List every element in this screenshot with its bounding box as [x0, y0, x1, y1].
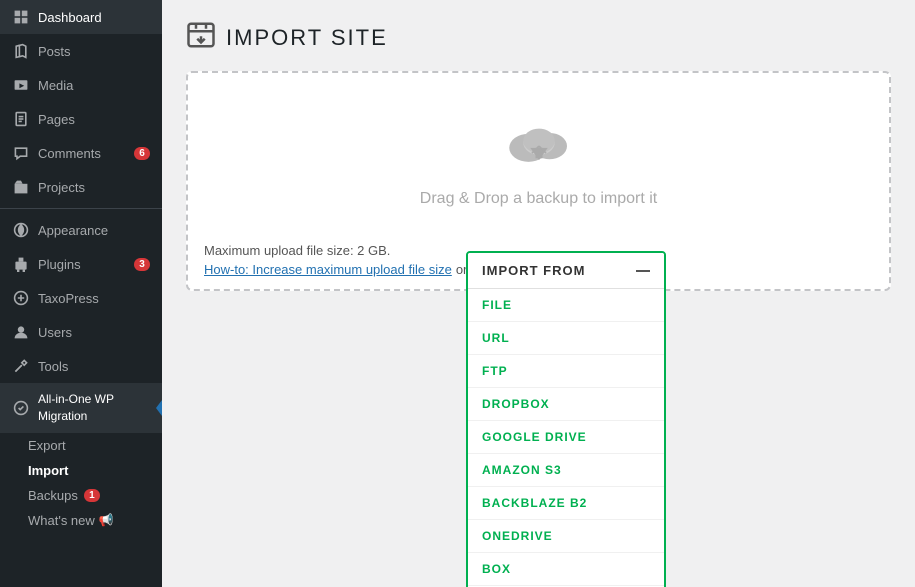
page-title: IMPORT SITE — [226, 25, 388, 51]
sidebar-item-projects[interactable]: Projects — [0, 170, 162, 204]
plugins-icon — [12, 255, 30, 273]
sidebar-item-media[interactable]: Media — [0, 68, 162, 102]
sidebar-item-comments[interactable]: Comments 6 — [0, 136, 162, 170]
import-options-list: FILEURLFTPDROPBOXGOOGLE DRIVEAMAZON S3BA… — [468, 289, 664, 587]
tools-icon — [12, 357, 30, 375]
main-content: IMPORT SITE Drag — [162, 0, 915, 587]
sidebar-item-label: Plugins — [38, 257, 126, 272]
import-header-icon — [186, 20, 216, 55]
sidebar-item-dashboard[interactable]: Dashboard — [0, 0, 162, 34]
sidebar: Dashboard Posts Media Pages Comments 6 P… — [0, 0, 162, 587]
sidebar-item-label: TaxoPress — [38, 291, 150, 306]
import-option[interactable]: FTP — [468, 355, 664, 388]
sidebar-item-users[interactable]: Users — [0, 315, 162, 349]
sidebar-sub-import[interactable]: Import — [0, 458, 162, 483]
pages-icon — [12, 110, 30, 128]
import-option[interactable]: URL — [468, 322, 664, 355]
sidebar-item-tools[interactable]: Tools — [0, 349, 162, 383]
backups-badge: 1 — [84, 489, 100, 502]
sidebar-item-label: All-in-One WP Migration — [38, 391, 150, 425]
sidebar-item-label: Pages — [38, 112, 150, 127]
sidebar-item-taxopress[interactable]: TaxoPress — [0, 281, 162, 315]
sidebar-item-posts[interactable]: Posts — [0, 34, 162, 68]
drag-drop-text: Drag & Drop a backup to import it — [420, 190, 657, 208]
users-icon — [12, 323, 30, 341]
import-option[interactable]: DROPBOX — [468, 388, 664, 421]
projects-icon — [12, 178, 30, 196]
import-option[interactable]: AMAZON S3 — [468, 454, 664, 487]
sidebar-item-label: Media — [38, 78, 150, 93]
sidebar-item-label: Users — [38, 325, 150, 340]
appearance-icon — [12, 221, 30, 239]
sidebar-item-label: Appearance — [38, 223, 150, 238]
import-option[interactable]: BACKBLAZE B2 — [468, 487, 664, 520]
comments-badge: 6 — [134, 147, 150, 160]
taxopress-icon — [12, 289, 30, 307]
sidebar-item-label: Tools — [38, 359, 150, 374]
import-option[interactable]: FILE — [468, 289, 664, 322]
import-from-label: IMPORT FROM — [482, 263, 585, 278]
sidebar-sub-backups[interactable]: Backups 1 — [0, 483, 162, 508]
plugins-badge: 3 — [134, 258, 150, 271]
import-option[interactable]: GOOGLE DRIVE — [468, 421, 664, 454]
sidebar-item-plugins[interactable]: Plugins 3 — [0, 247, 162, 281]
howto-link[interactable]: How-to: Increase maximum upload file siz… — [204, 262, 452, 277]
sidebar-divider — [0, 208, 162, 209]
sidebar-item-appearance[interactable]: Appearance — [0, 213, 162, 247]
sidebar-sub-export[interactable]: Export — [0, 433, 162, 458]
media-icon — [12, 76, 30, 94]
import-dropdown-header: IMPORT FROM — [468, 253, 664, 289]
dashboard-icon — [12, 8, 30, 26]
sidebar-item-pages[interactable]: Pages — [0, 102, 162, 136]
import-from-dropdown: IMPORT FROM FILEURLFTPDROPBOXGOOGLE DRIV… — [466, 251, 666, 587]
sidebar-item-label: Projects — [38, 180, 150, 195]
collapse-icon[interactable] — [636, 270, 650, 272]
comments-icon — [12, 144, 30, 162]
sidebar-item-label: Dashboard — [38, 10, 150, 25]
drop-zone-container: Drag & Drop a backup to import it Maximu… — [186, 71, 891, 291]
import-option[interactable]: BOX — [468, 553, 664, 586]
sidebar-sub-whatsnew[interactable]: What's new 📢 — [0, 508, 162, 533]
allinone-icon — [12, 399, 30, 417]
sidebar-item-allinone[interactable]: All-in-One WP Migration — [0, 383, 162, 433]
import-option[interactable]: ONEDRIVE — [468, 520, 664, 553]
cloud-upload-icon — [504, 113, 574, 178]
sidebar-item-label: Posts — [38, 44, 150, 59]
speaker-icon: 📢 — [99, 513, 114, 527]
posts-icon — [12, 42, 30, 60]
page-header: IMPORT SITE — [186, 20, 891, 55]
sidebar-item-label: Comments — [38, 146, 126, 161]
content-area: IMPORT SITE Drag — [162, 0, 915, 587]
